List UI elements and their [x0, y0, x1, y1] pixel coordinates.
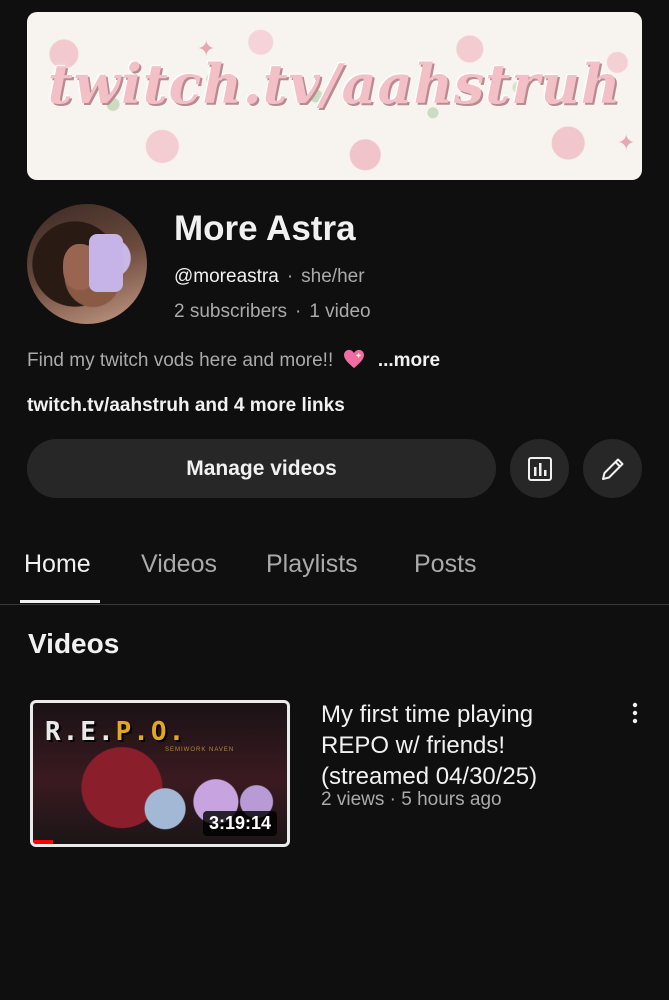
banner-text: twitch.tv/aahstruh — [47, 52, 622, 116]
watch-progress-bar — [33, 840, 54, 844]
manage-videos-button[interactable]: Manage videos — [27, 439, 496, 498]
tab-videos[interactable]: Videos — [141, 550, 217, 579]
thumbnail-logo: R.E.P.O. — [45, 717, 186, 747]
active-tab-indicator — [20, 600, 100, 603]
tab-home[interactable]: Home — [24, 550, 91, 579]
separator-dot: · — [295, 301, 302, 322]
tab-posts[interactable]: Posts — [414, 550, 477, 579]
channel-stats-row: 2 subscribers · 1 video — [174, 301, 371, 323]
pencil-icon — [601, 458, 623, 480]
video-title[interactable]: My first time playing REPO w/ friends! (… — [321, 699, 606, 792]
tab-playlists[interactable]: Playlists — [266, 550, 358, 579]
channel-handle-row: @moreastra · she/her — [174, 266, 365, 288]
video-meta: 2 views · 5 hours ago — [321, 789, 502, 810]
channel-links[interactable]: twitch.tv/aahstruh and 4 more links — [27, 395, 345, 417]
video-thumbnail[interactable]: R.E.P.O. SEMIWORK NAVEN 3:19:14 — [30, 700, 290, 847]
avatar-phone — [89, 234, 123, 292]
sparkle-icon: ✦ — [197, 36, 216, 61]
edit-channel-button[interactable] — [583, 439, 642, 498]
thumbnail-logo-left: R.E. — [45, 717, 116, 747]
analytics-button[interactable] — [510, 439, 569, 498]
more-options-icon[interactable] — [627, 701, 643, 727]
channel-name: More Astra — [174, 209, 356, 248]
avatar[interactable] — [27, 204, 147, 324]
separator-dot: · — [286, 266, 294, 287]
sparkle-icon: ✦ — [617, 130, 636, 155]
thumbnail-subtitle: SEMIWORK NAVEN — [165, 747, 235, 753]
thumbnail-logo-right: P.O. — [115, 717, 187, 747]
description-text: Find my twitch vods here and more!! — [27, 350, 334, 371]
video-duration: 3:19:14 — [202, 811, 277, 836]
more-link[interactable]: ...more — [378, 350, 440, 371]
section-title: Videos — [28, 628, 120, 659]
analytics-icon — [527, 456, 552, 481]
channel-tabs: Home Videos Playlists Posts — [0, 540, 669, 605]
subscriber-count: 2 subscribers — [174, 301, 287, 322]
channel-description[interactable]: Find my twitch vods here and more!! ...m… — [27, 349, 440, 372]
sparkling-heart-icon — [343, 349, 364, 369]
channel-handle: @moreastra — [174, 266, 279, 287]
channel-banner: twitch.tv/aahstruh ✦ ✦ — [27, 12, 642, 180]
video-count: 1 video — [309, 301, 371, 322]
pronouns: she/her — [301, 266, 365, 287]
